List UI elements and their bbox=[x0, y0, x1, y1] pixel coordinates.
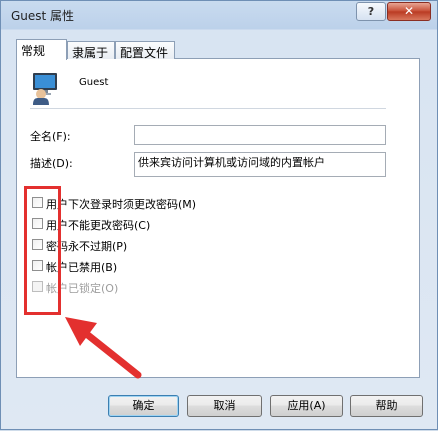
cancel-button[interactable]: 取消 bbox=[187, 395, 262, 417]
help-button[interactable]: 帮助 bbox=[350, 395, 423, 417]
pointer-arrow-icon bbox=[65, 317, 142, 379]
apply-button[interactable]: 应用(A) bbox=[270, 395, 343, 417]
ok-button[interactable]: 确定 bbox=[108, 395, 179, 417]
tab-general[interactable]: 常规 bbox=[16, 39, 67, 60]
properties-dialog: Guest 属性 ? ✕ 常规 隶属于 配置文件 Guest 全名(F): 描述… bbox=[0, 0, 438, 430]
